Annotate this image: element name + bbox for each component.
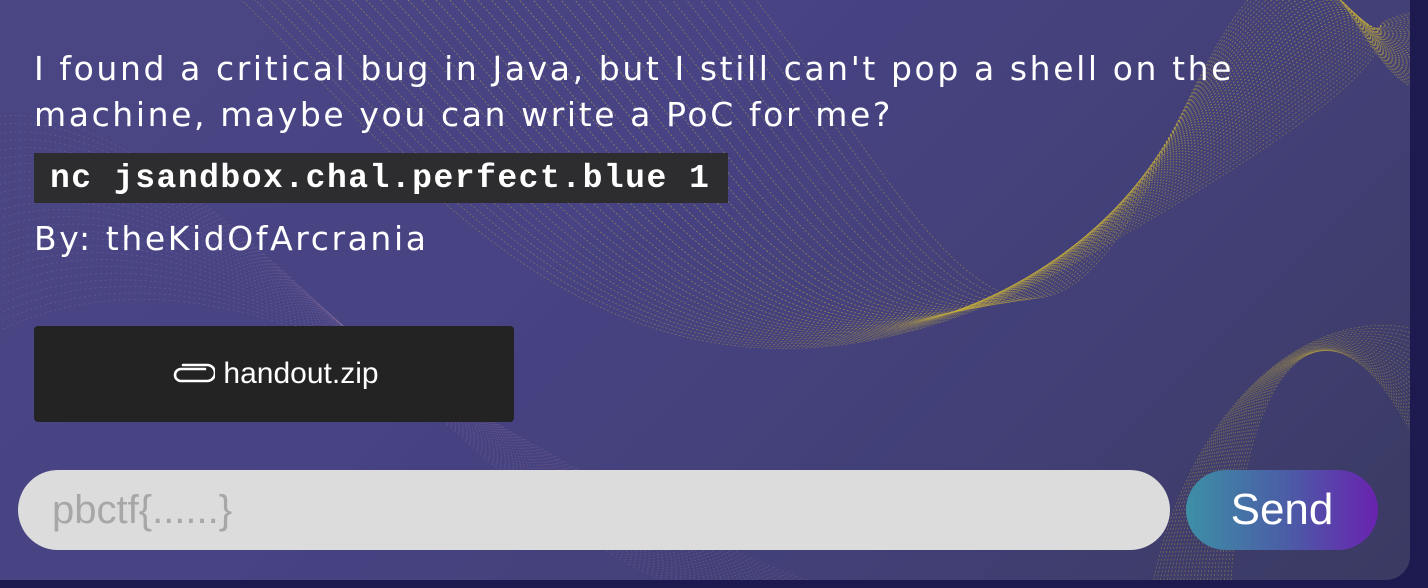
send-button[interactable]: Send <box>1186 470 1378 550</box>
paperclip-icon <box>174 363 216 383</box>
download-filename: handout.zip <box>223 357 379 390</box>
wave-line <box>755 0 1410 299</box>
flag-input[interactable] <box>18 470 1170 550</box>
challenge-card: I found a critical bug in Java, but I st… <box>0 0 1410 580</box>
challenge-author: By: theKidOfArcrania <box>34 219 429 258</box>
download-handout-button[interactable]: handout.zip <box>34 326 514 422</box>
connection-command: nc jsandbox.chal.perfect.blue 1 <box>34 153 729 203</box>
challenge-description: I found a critical bug in Java, but I st… <box>34 49 1235 134</box>
